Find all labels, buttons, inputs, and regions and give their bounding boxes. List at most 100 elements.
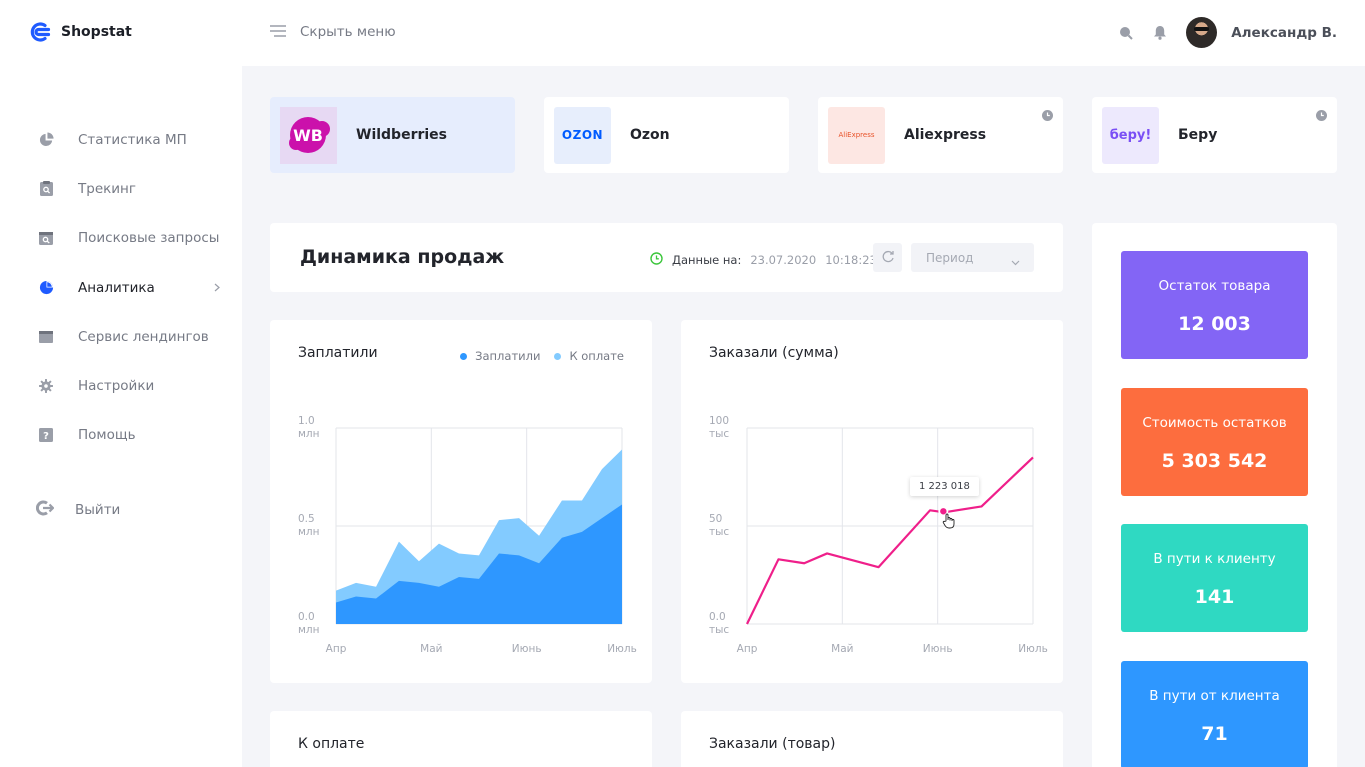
stat-card-to-client[interactable]: В пути к клиенту 141 (1121, 524, 1308, 632)
sidebar: Shopstat Статистика МП Трекинг Поисковые… (0, 0, 242, 767)
sidebar-item-label: Статистика МП (78, 131, 187, 148)
marketplace-card-beru[interactable]: беру! Беру (1092, 97, 1337, 173)
sidebar-item-statistics[interactable]: Статистика МП (0, 115, 242, 164)
y-tick-label: 0.0 (709, 611, 726, 623)
chart-card-ordered-goods: Заказали (товар) (681, 711, 1063, 767)
marketplace-name: Aliexpress (904, 127, 987, 143)
analytics-icon (38, 280, 54, 296)
page-title: Динамика продаж (300, 246, 505, 268)
stat-value: 141 (1194, 586, 1235, 608)
sidebar-item-search-queries[interactable]: Поисковые запросы (0, 214, 242, 263)
chart-card-ordered-sum: Заказали (сумма) 100 тыс 50 тыс 0.0 тыс Апр Май… (681, 320, 1063, 683)
y-tick-label: 0.0 (298, 611, 315, 623)
hide-menu-button[interactable]: Скрыть меню (270, 22, 396, 41)
x-tick-label: Июнь (512, 643, 542, 655)
stat-value: 71 (1201, 723, 1228, 745)
sidebar-item-help[interactable]: ? Помощь (0, 411, 242, 460)
marketplace-card-wildberries[interactable]: WB Wildberries (270, 97, 515, 173)
chevron-down-icon (1011, 251, 1020, 270)
hide-menu-label: Скрыть меню (300, 23, 396, 40)
stat-card-from-client[interactable]: В пути от клиента 71 (1121, 661, 1308, 767)
x-tick-label: Апр (326, 643, 347, 655)
stat-label: Стоимость остатков (1142, 415, 1287, 431)
bell-icon[interactable] (1150, 23, 1170, 43)
chart-title: Заказали (товар) (709, 736, 836, 752)
sidebar-item-landing-service[interactable]: Сервис лендингов (0, 312, 242, 361)
sidebar-item-label: Трекинг (78, 180, 136, 197)
x-tick-label: Апр (737, 643, 758, 655)
stat-label: В пути от клиента (1149, 688, 1280, 704)
search-icon[interactable] (1116, 23, 1136, 43)
help-icon: ? (38, 427, 54, 443)
y-tick-unit: млн (298, 526, 320, 538)
y-tick-unit: млн (298, 428, 320, 440)
marketplace-name: Ozon (630, 127, 670, 143)
aliexpress-logo: AliExpress (828, 106, 885, 164)
logout-button[interactable]: Выйти (35, 500, 121, 520)
data-time: 10:18:23 (825, 252, 877, 267)
svg-text:?: ? (43, 431, 49, 442)
marketplace-name: Wildberries (356, 127, 448, 143)
logout-label: Выйти (75, 502, 121, 518)
logout-icon (35, 500, 55, 520)
stat-label: В пути к клиенту (1153, 551, 1276, 567)
x-tick-label: Май (831, 643, 853, 655)
stat-card-stock-value[interactable]: Стоимость остатков 5 303 542 (1121, 388, 1308, 496)
user-area: Александр В. (1116, 17, 1337, 48)
hand-cursor-icon (942, 513, 956, 533)
sidebar-nav: Статистика МП Трекинг Поисковые запросы … (0, 115, 242, 460)
sales-dynamics-header: Динамика продаж Данные на: 23.07.2020 10… (270, 223, 1063, 292)
sidebar-item-settings[interactable]: Настройки (0, 361, 242, 410)
pie-chart-icon (38, 132, 54, 148)
y-tick-label: 0.5 (298, 513, 315, 525)
sidebar-item-label: Поисковые запросы (78, 230, 220, 247)
wildberries-logo-text: WB (293, 126, 323, 145)
series-line-ordered-sum (746, 456, 1034, 625)
stats-panel: Остаток товара 12 003 Стоимость остатков… (1092, 223, 1337, 767)
refresh-button[interactable] (873, 243, 902, 272)
search-queries-icon (38, 230, 54, 246)
x-tick-label: Июль (1018, 643, 1048, 655)
stat-value: 5 303 542 (1161, 450, 1268, 472)
period-select[interactable]: Период (911, 243, 1034, 272)
chevron-right-icon (214, 281, 220, 295)
period-placeholder: Период (926, 250, 974, 265)
marketplace-card-ozon[interactable]: OZON Ozon (544, 97, 789, 173)
chart-tooltip: 1 223 018 (910, 477, 979, 496)
y-tick-unit: тыс (709, 526, 729, 538)
paid-area-chart: 1.0млн0.5млн0.0млнАпр Май Июнь Июль (298, 415, 637, 655)
sidebar-item-analytics[interactable]: Аналитика (0, 263, 242, 312)
stat-label: Остаток товара (1158, 278, 1271, 294)
landing-icon (38, 329, 54, 345)
marketplace-card-aliexpress[interactable]: AliExpress Aliexpress (818, 97, 1063, 173)
logo[interactable]: Shopstat (28, 21, 132, 43)
sidebar-item-label: Аналитика (78, 279, 155, 296)
wildberries-logo: WB (280, 106, 337, 164)
ozon-logo: OZON (554, 106, 611, 164)
aliexpress-logo-text: AliExpress (838, 131, 875, 139)
refresh-icon (881, 248, 895, 267)
y-tick-label: 100 (709, 415, 729, 427)
chart-card-to-pay: К оплате (270, 711, 652, 767)
marketplace-name: Беру (1178, 127, 1218, 143)
clock-icon (1042, 106, 1053, 125)
beru-logo-text: беру! (1109, 127, 1152, 143)
shopstat-logo-icon (30, 22, 51, 42)
y-tick-label: 50 (709, 513, 722, 525)
x-tick-label: Май (420, 643, 442, 655)
data-date: 23.07.2020 (750, 252, 817, 267)
x-tick-label: Июнь (923, 643, 953, 655)
topbar: Скрыть меню Александр В. (242, 0, 1365, 66)
y-tick-unit: млн (298, 624, 320, 636)
stat-card-stock[interactable]: Остаток товара 12 003 (1121, 251, 1308, 359)
ordered-sum-line-chart: 100тыс50тыс0.0тысАпр Май Июнь Июль (709, 415, 1048, 655)
sidebar-item-label: Настройки (78, 378, 155, 395)
data-on-label: Данные на: (672, 252, 742, 267)
avatar[interactable] (1186, 17, 1218, 48)
sidebar-item-tracking[interactable]: Трекинг (0, 164, 242, 213)
y-tick-unit: тыс (709, 624, 729, 636)
brand-name: Shopstat (61, 24, 132, 40)
x-tick-label: Июль (607, 643, 637, 655)
user-name[interactable]: Александр В. (1231, 25, 1337, 41)
chart-card-paid: Заплатили Заплатили К оплате 1.0 млн 0.5 мл… (270, 320, 652, 683)
